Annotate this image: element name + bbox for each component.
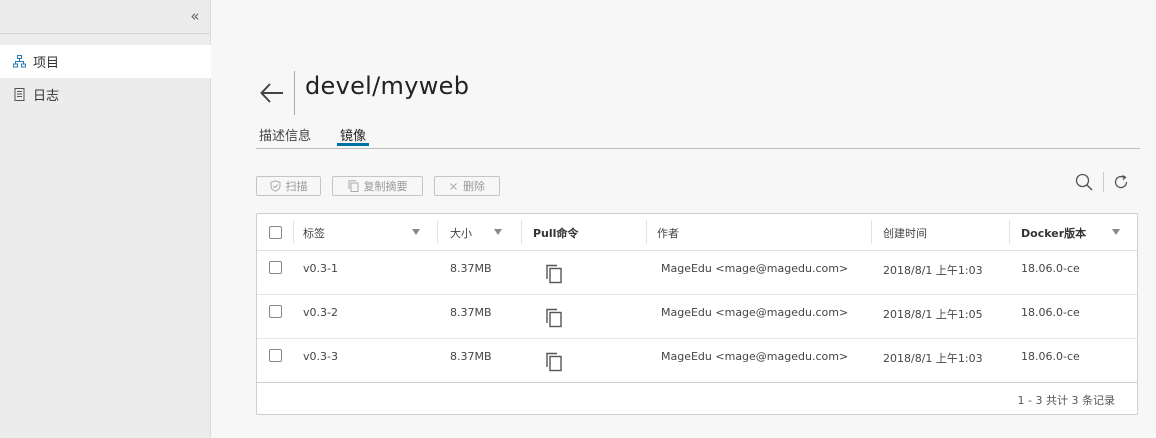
column-header-size[interactable]: 大小 xyxy=(450,225,472,241)
author-cell: MageEdu <mage@magedu.com> xyxy=(661,262,849,275)
tab-images[interactable]: 镜像 xyxy=(340,125,366,144)
sidebar-item-logs[interactable]: 日志 xyxy=(0,78,211,111)
created-cell: 2018/8/1 上午1:03 xyxy=(883,264,983,277)
docker-version-cell: 18.06.0-ce xyxy=(1021,350,1080,363)
sidebar-item-label: 项目 xyxy=(33,56,60,71)
column-header-docker-version[interactable]: Docker版本 xyxy=(1021,225,1086,241)
active-tab-indicator xyxy=(337,143,369,146)
tag-filter-icon[interactable] xyxy=(412,229,420,235)
column-separator xyxy=(521,220,522,244)
arrow-left-icon[interactable] xyxy=(259,80,285,106)
title-divider xyxy=(294,71,295,115)
select-all-checkbox[interactable] xyxy=(269,226,282,239)
sidebar: « 项目 日志 xyxy=(0,0,211,438)
image-table: 标签 大小 Pull命令 作者 创建时间 Docker版本 v0.3-1 8.3… xyxy=(256,213,1138,415)
size-filter-icon[interactable] xyxy=(494,229,502,235)
size-cell: 8.37MB xyxy=(450,350,492,363)
column-header-author[interactable]: 作者 xyxy=(657,225,679,241)
tag-cell: v0.3-2 xyxy=(303,306,338,319)
delete-button[interactable]: 删除 xyxy=(434,176,500,196)
tag-cell: v0.3-1 xyxy=(303,262,338,275)
project-tree-icon xyxy=(13,55,26,68)
docker-version-cell: 18.06.0-ce xyxy=(1021,306,1080,319)
table-row[interactable]: v0.3-2 8.37MB MageEdu <mage@magedu.com> … xyxy=(257,294,1137,339)
page-title: devel/myweb xyxy=(305,72,470,100)
author-cell: MageEdu <mage@magedu.com> xyxy=(661,350,849,363)
log-document-icon xyxy=(13,88,26,101)
column-separator xyxy=(646,220,647,244)
created-cell: 2018/8/1 上午1:05 xyxy=(883,308,983,321)
size-cell: 8.37MB xyxy=(450,262,492,275)
row-checkbox[interactable] xyxy=(269,305,282,318)
copy-icon[interactable] xyxy=(545,352,563,372)
sidebar-divider xyxy=(0,33,211,34)
column-header-pull-command: Pull命令 xyxy=(533,227,579,240)
size-cell: 8.37MB xyxy=(450,306,492,319)
toolbar-divider xyxy=(1103,172,1104,192)
sidebar-item-projects[interactable]: 项目 xyxy=(0,45,211,78)
table-row[interactable]: v0.3-1 8.37MB MageEdu <mage@magedu.com> … xyxy=(257,250,1137,295)
pagination-summary: 1 - 3 共计 3 条记录 xyxy=(1017,394,1115,407)
column-separator xyxy=(1009,220,1010,244)
table-footer-divider xyxy=(257,382,1137,383)
copy-digest-label: 复制摘要 xyxy=(363,180,408,193)
column-separator xyxy=(871,220,872,244)
double-chevron-left-icon[interactable]: « xyxy=(186,8,204,24)
table-header: 标签 大小 Pull命令 作者 创建时间 Docker版本 xyxy=(257,214,1137,251)
tab-bar: 描述信息 镜像 xyxy=(256,118,1140,149)
scan-button[interactable]: 扫描 xyxy=(256,176,321,196)
row-checkbox[interactable] xyxy=(269,349,282,362)
tab-description[interactable]: 描述信息 xyxy=(259,125,311,144)
main-content: devel/myweb 描述信息 镜像 扫描 复制摘要 删除 标签 大小 Pul… xyxy=(211,0,1156,438)
author-cell: MageEdu <mage@magedu.com> xyxy=(661,306,849,319)
column-separator xyxy=(437,220,438,244)
docker-version-filter-icon[interactable] xyxy=(1112,229,1120,235)
shield-icon xyxy=(270,180,281,192)
delete-label: 删除 xyxy=(463,180,485,193)
row-checkbox[interactable] xyxy=(269,261,282,274)
table-row[interactable]: v0.3-3 8.37MB MageEdu <mage@magedu.com> … xyxy=(257,338,1137,383)
copy-digest-button[interactable]: 复制摘要 xyxy=(332,176,423,196)
tag-cell: v0.3-3 xyxy=(303,350,338,363)
search-icon[interactable] xyxy=(1074,172,1094,192)
refresh-icon[interactable] xyxy=(1111,172,1131,192)
column-separator xyxy=(293,220,294,244)
scan-label: 扫描 xyxy=(285,180,308,193)
close-icon xyxy=(449,182,458,191)
sidebar-item-label: 日志 xyxy=(33,89,60,104)
copy-icon[interactable] xyxy=(545,264,563,284)
created-cell: 2018/8/1 上午1:03 xyxy=(883,352,983,365)
column-header-created[interactable]: 创建时间 xyxy=(883,225,927,241)
copy-icon[interactable] xyxy=(545,308,563,328)
column-header-tag[interactable]: 标签 xyxy=(303,225,325,241)
copy-icon xyxy=(348,180,359,192)
docker-version-cell: 18.06.0-ce xyxy=(1021,262,1080,275)
